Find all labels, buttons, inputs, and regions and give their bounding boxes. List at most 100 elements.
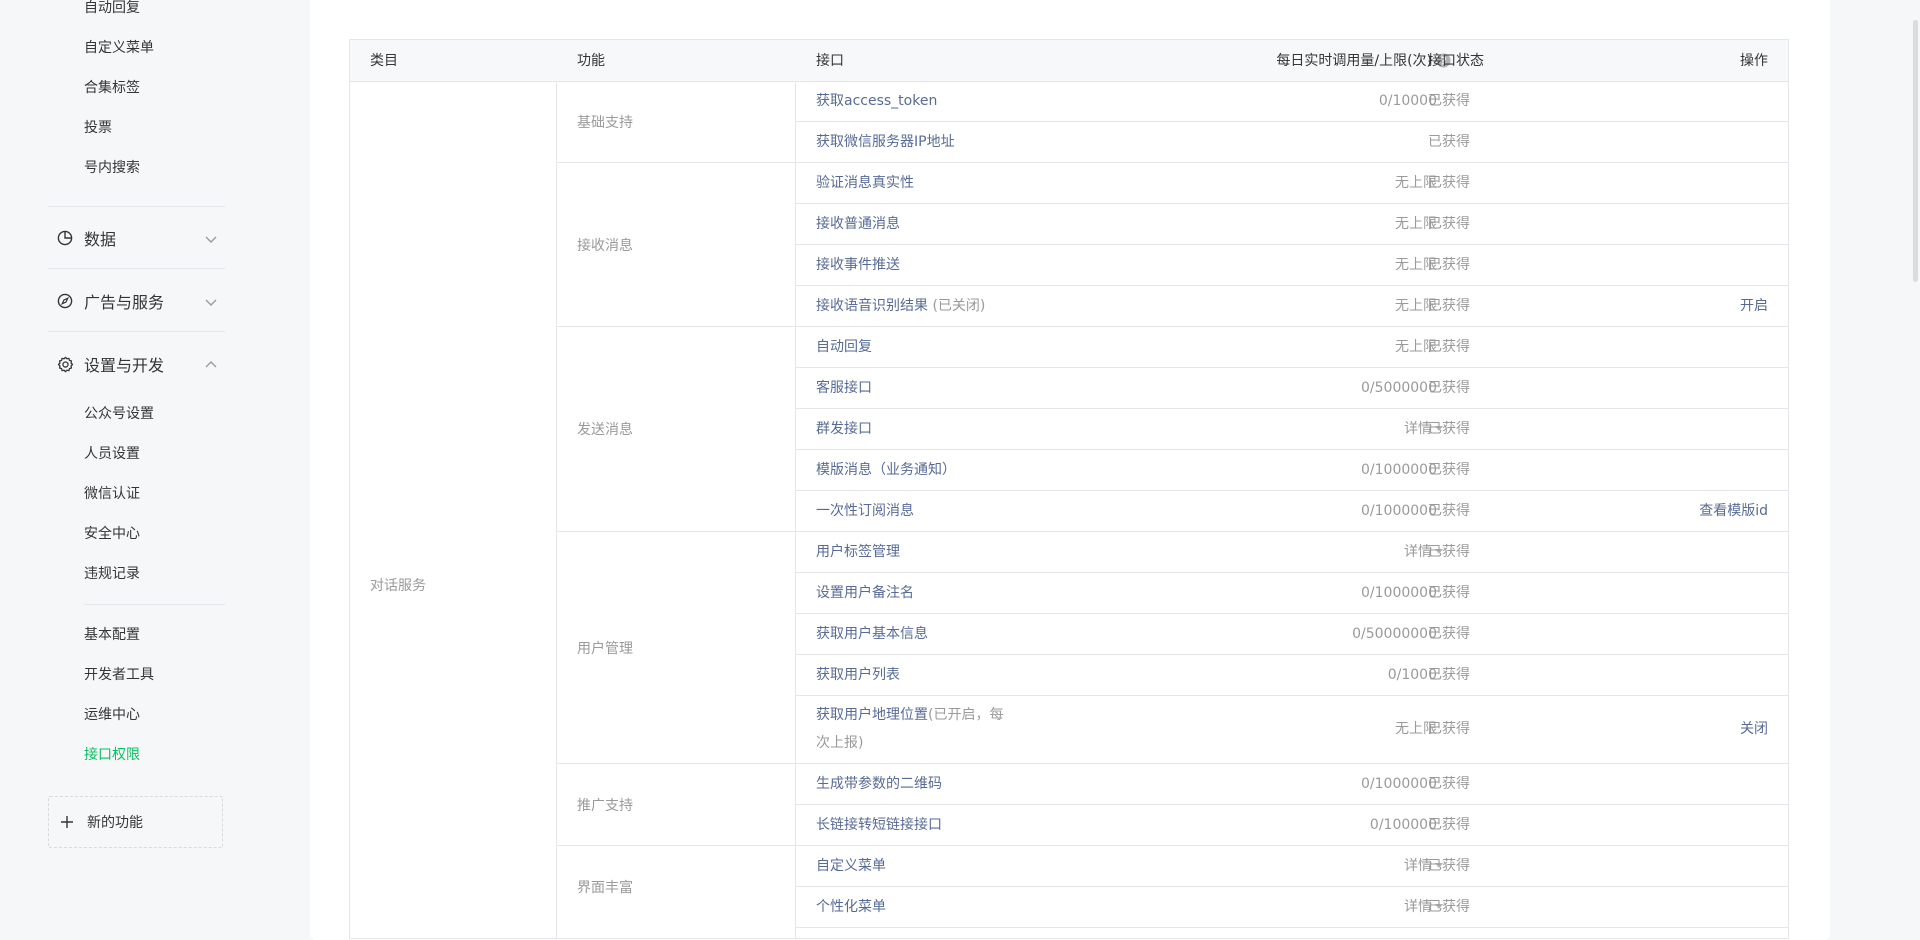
api-name: 自动回复 [816, 339, 872, 355]
function-cell: 界面丰富 [557, 846, 796, 938]
plus-icon [59, 814, 75, 830]
sidebar-item-basic-config[interactable]: 基本配置 [84, 625, 140, 645]
api-name-link[interactable]: 模版消息（业务通知） [816, 460, 956, 480]
sidebar-item-account-settings[interactable]: 公众号设置 [84, 404, 154, 424]
table-row: 群发接口 详情 已获得 [796, 409, 1788, 450]
table-row: 自定义菜单 详情 已获得 [796, 846, 1788, 887]
header-api: 接口 [816, 53, 844, 69]
table-row: 客服接口 0/5000000 已获得 [796, 368, 1788, 409]
quota-text: 0/1000000 [1361, 585, 1437, 601]
sidebar-item-developer-tools[interactable]: 开发者工具 [84, 665, 154, 685]
function-cell: 用户管理 [557, 532, 796, 764]
api-name: 客服接口 [816, 380, 872, 396]
sidebar-item-custom-menu[interactable]: 自定义菜单 [84, 38, 154, 58]
sidebar-item-ops-center[interactable]: 运维中心 [84, 705, 140, 725]
gear-icon [56, 355, 74, 373]
api-name-link[interactable]: 获取用户基本信息 [816, 624, 928, 644]
quota-value: 0/1000000 [1361, 501, 1437, 521]
api-name-link[interactable]: 获取用户地理位置(已开启，每 [816, 705, 1003, 725]
api-status: 已获得 [1428, 257, 1470, 273]
function-label: 界面丰富 [577, 880, 633, 896]
table-row: 用户标签管理 详情 已获得 [796, 532, 1788, 573]
sidebar-item-auto-reply[interactable]: 自动回复 [84, 0, 140, 18]
api-status: 已获得 [1428, 298, 1470, 314]
api-name-link[interactable]: 设置用户备注名 [816, 583, 914, 603]
quota-value: 0/5000000 [1361, 378, 1437, 398]
table-row: 一次性订阅消息 0/1000000 已获得 查看模版id [796, 491, 1788, 532]
api-name-link[interactable]: 接收普通消息 [816, 214, 900, 234]
sidebar-group-data[interactable]: 数据 [56, 226, 218, 250]
api-name-link[interactable]: 自动回复 [816, 337, 872, 357]
quota-value: 0/100000 [1370, 815, 1437, 835]
api-name-link[interactable]: 接收事件推送 [816, 255, 900, 275]
function-label: 接收消息 [577, 237, 633, 254]
api-name-link[interactable]: 个性化菜单 [816, 897, 886, 917]
sidebar-group-settings-dev[interactable]: 设置与开发 [56, 352, 218, 376]
operation-link[interactable]: 关闭 [1740, 719, 1768, 739]
sidebar-item-wechat-verification[interactable]: 微信认证 [84, 484, 140, 504]
scrollbar-thumb[interactable] [1913, 20, 1918, 282]
api-name: 生成带参数的二维码 [816, 776, 942, 792]
table-row: 模版消息（业务通知） 0/1000000 已获得 [796, 450, 1788, 491]
api-name-link[interactable]: 获取access_token [816, 91, 937, 111]
api-name: 群发接口 [816, 421, 872, 437]
quota-text: 0/100000 [1369, 817, 1437, 833]
api-note: (已开启，每 [928, 707, 1004, 723]
sidebar-item-vote[interactable]: 投票 [84, 118, 112, 138]
api-name-link[interactable]: 群发接口 [816, 419, 872, 439]
quota-text: 0/50000000 [1352, 626, 1437, 642]
new-feature-label: 新的功能 [87, 815, 143, 831]
sidebar-divider [48, 268, 225, 269]
api-name-link[interactable]: 获取微信服务器IP地址 [816, 132, 955, 152]
api-name-link[interactable]: 自定义菜单 [816, 856, 886, 876]
page-scrollbar[interactable] [1912, 0, 1920, 914]
api-name-link[interactable]: 生成带参数的二维码 [816, 774, 942, 794]
api-name-link[interactable]: 接收语音识别结果 (已关闭) [816, 296, 985, 316]
api-name: 接收语音识别结果 [816, 298, 928, 314]
table-row: 设置用户备注名 0/1000000 已获得 [796, 573, 1788, 614]
sidebar-item-api-permissions[interactable]: 接口权限 [84, 745, 140, 765]
sidebar: 自动回复 自定义菜单 合集标签 投票 号内搜索 数据 广告与服务 设置与开发 公… [0, 0, 240, 914]
sidebar-item-collection-tags[interactable]: 合集标签 [84, 78, 140, 98]
operation-link[interactable]: 查看模版id [1699, 501, 1768, 521]
api-name-link[interactable]: 客服接口 [816, 378, 872, 398]
table-row: 获取access_token 0/10000 已获得 [796, 81, 1788, 122]
api-name: 获取用户地理位置 [816, 707, 928, 723]
api-status: 已获得 [1428, 134, 1470, 150]
chevron-down-icon [204, 231, 218, 245]
api-name: 设置用户备注名 [816, 585, 914, 601]
api-name-link[interactable]: 一次性订阅消息 [816, 501, 914, 521]
sidebar-item-security-center[interactable]: 安全中心 [84, 524, 140, 544]
operation-link[interactable]: 开启 [1740, 296, 1768, 316]
api-note-continued: 次上报) [816, 735, 864, 751]
sidebar-group-ads-services[interactable]: 广告与服务 [56, 289, 218, 313]
header-function: 功能 [577, 53, 605, 69]
category-label: 对话服务 [370, 578, 426, 594]
api-status: 已获得 [1428, 899, 1470, 915]
sidebar-item-in-account-search[interactable]: 号内搜索 [84, 158, 140, 178]
header-status: 接口状态 [1428, 53, 1484, 69]
function-label: 推广支持 [577, 797, 633, 814]
sidebar-item-member-settings[interactable]: 人员设置 [84, 444, 140, 464]
api-name-link[interactable]: 长链接转短链接接口 [816, 815, 942, 835]
api-permission-table: 类目 功能 接口 每日实时调用量/上限(次)? 接口状态 操作 对话服务 基础支… [349, 39, 1789, 939]
api-status: 已获得 [1428, 721, 1470, 737]
api-status: 已获得 [1428, 216, 1470, 232]
sidebar-item-violation-records[interactable]: 违规记录 [84, 564, 140, 584]
api-status: 已获得 [1428, 626, 1470, 642]
api-name-link[interactable]: 用户标签管理 [816, 542, 900, 562]
api-name-link[interactable]: 验证消息真实性 [816, 173, 914, 193]
header-operation: 操作 [1740, 53, 1768, 69]
api-status: 已获得 [1428, 585, 1470, 601]
quota-text: 0/1000000 [1361, 776, 1437, 792]
api-name: 获取access_token [816, 93, 938, 109]
chevron-down-icon [204, 294, 218, 308]
function-cell: 发送消息 [557, 327, 796, 532]
api-name: 个性化菜单 [816, 899, 886, 915]
api-name: 接收事件推送 [816, 257, 900, 273]
api-name-link[interactable]: 获取用户列表 [816, 665, 900, 685]
api-name: 自定义菜单 [816, 858, 886, 874]
new-feature-button[interactable]: 新的功能 [48, 796, 223, 848]
table-row: 接收语音识别结果 (已关闭) 无上限 已获得 开启 [796, 286, 1788, 327]
table-row: 接收事件推送 无上限 已获得 [796, 245, 1788, 286]
